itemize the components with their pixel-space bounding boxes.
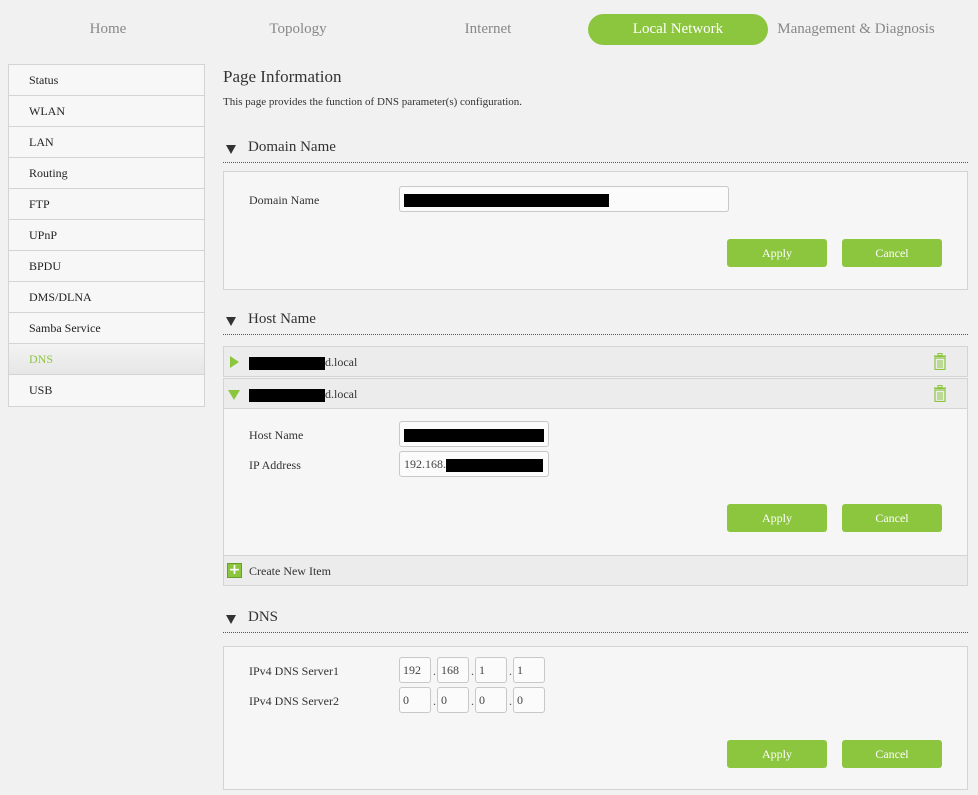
expand-arrow-icon[interactable] [230,356,239,368]
ip-address-label: IP Address [249,458,301,472]
dns-panel: IPv4 DNS Server1 192 . 168 . 1 . 1 IPv4 … [223,646,968,790]
section-title: Domain Name [248,139,336,155]
tab-internet[interactable]: Internet [428,14,548,45]
dns-server1-octet-4[interactable]: 1 [513,657,545,683]
dns-section-header[interactable]: DNS [223,603,968,633]
sidebar-item-bpdu[interactable]: BPDU [9,251,204,282]
dns-server1-octet-2[interactable]: 168 [437,657,469,683]
top-navigation: Home Topology Internet Local Network Man… [0,0,978,60]
ip-separator: . [433,694,436,708]
add-icon[interactable]: + [227,563,242,578]
host-name-input[interactable] [399,421,549,447]
ip-separator: . [471,664,474,678]
domain-name-input[interactable] [399,186,729,212]
ip-separator: . [509,694,512,708]
tab-topology[interactable]: Topology [238,14,358,45]
page-title: Page Information [223,67,342,86]
dns-server1-octet-3[interactable]: 1 [475,657,507,683]
ip-separator: . [471,694,474,708]
host-name-label: Host Name [249,428,304,442]
collapse-triangle-icon [226,145,236,154]
ip-separator: . [433,664,436,678]
domain-name-panel: Domain Name Apply Cancel [223,171,968,290]
host-apply-button[interactable]: Apply [727,504,827,532]
sidebar-item-status[interactable]: Status [9,65,204,96]
domain-name-section-header[interactable]: Domain Name [223,133,968,163]
section-title: DNS [248,609,279,625]
sidebar-item-dns[interactable]: DNS [9,344,204,375]
create-new-item-row[interactable]: + Create New Item [223,555,968,586]
dns-server1-label: IPv4 DNS Server1 [249,664,339,678]
sidebar-item-samba-service[interactable]: Samba Service [9,313,204,344]
trash-icon[interactable] [933,353,947,370]
sidebar-item-usb[interactable]: USB [9,375,204,406]
sidebar-item-wlan[interactable]: WLAN [9,96,204,127]
domain-apply-button[interactable]: Apply [727,239,827,267]
trash-icon[interactable] [933,385,947,402]
domain-name-label: Domain Name [249,193,320,207]
sidebar-item-dms-dlna[interactable]: DMS/DLNA [9,282,204,313]
domain-cancel-button[interactable]: Cancel [842,239,942,267]
sidebar-item-routing[interactable]: Routing [9,158,204,189]
sidebar-item-upnp[interactable]: UPnP [9,220,204,251]
ip-separator: . [509,664,512,678]
host-entry-name: d.local [249,355,357,370]
dns-server2-octet-3[interactable]: 0 [475,687,507,713]
redacted-value [446,458,543,472]
sidebar: Status WLAN LAN Routing FTP UPnP BPDU DM… [8,64,205,407]
sidebar-item-lan[interactable]: LAN [9,127,204,158]
redacted-value [404,428,544,442]
collapse-triangle-icon [226,615,236,624]
collapse-triangle-icon [226,317,236,326]
dns-server2-octet-4[interactable]: 0 [513,687,545,713]
host-entry-row[interactable]: d.local [223,378,968,409]
redacted-value [404,193,609,207]
host-entry-name: d.local [249,387,357,402]
create-new-item-link[interactable]: Create New Item [249,564,331,579]
tab-home[interactable]: Home [58,14,158,45]
host-name-section-header[interactable]: Host Name [223,305,968,335]
sidebar-item-ftp[interactable]: FTP [9,189,204,220]
host-entry-detail-panel: Host Name IP Address 192.168. Apply Canc… [223,409,968,556]
tab-local-network[interactable]: Local Network [588,14,768,45]
collapse-arrow-icon[interactable] [228,390,240,400]
dns-server2-octet-1[interactable]: 0 [399,687,431,713]
dns-cancel-button[interactable]: Cancel [842,740,942,768]
dns-apply-button[interactable]: Apply [727,740,827,768]
host-entry-row[interactable]: d.local [223,346,968,377]
dns-server2-octet-2[interactable]: 0 [437,687,469,713]
page-description: This page provides the function of DNS p… [223,96,523,108]
section-title: Host Name [248,311,316,327]
ip-address-input[interactable]: 192.168. [399,451,549,477]
host-cancel-button[interactable]: Cancel [842,504,942,532]
tab-management-diagnosis[interactable]: Management & Diagnosis [776,14,936,45]
dns-server1-octet-1[interactable]: 192 [399,657,431,683]
dns-server2-label: IPv4 DNS Server2 [249,694,339,708]
